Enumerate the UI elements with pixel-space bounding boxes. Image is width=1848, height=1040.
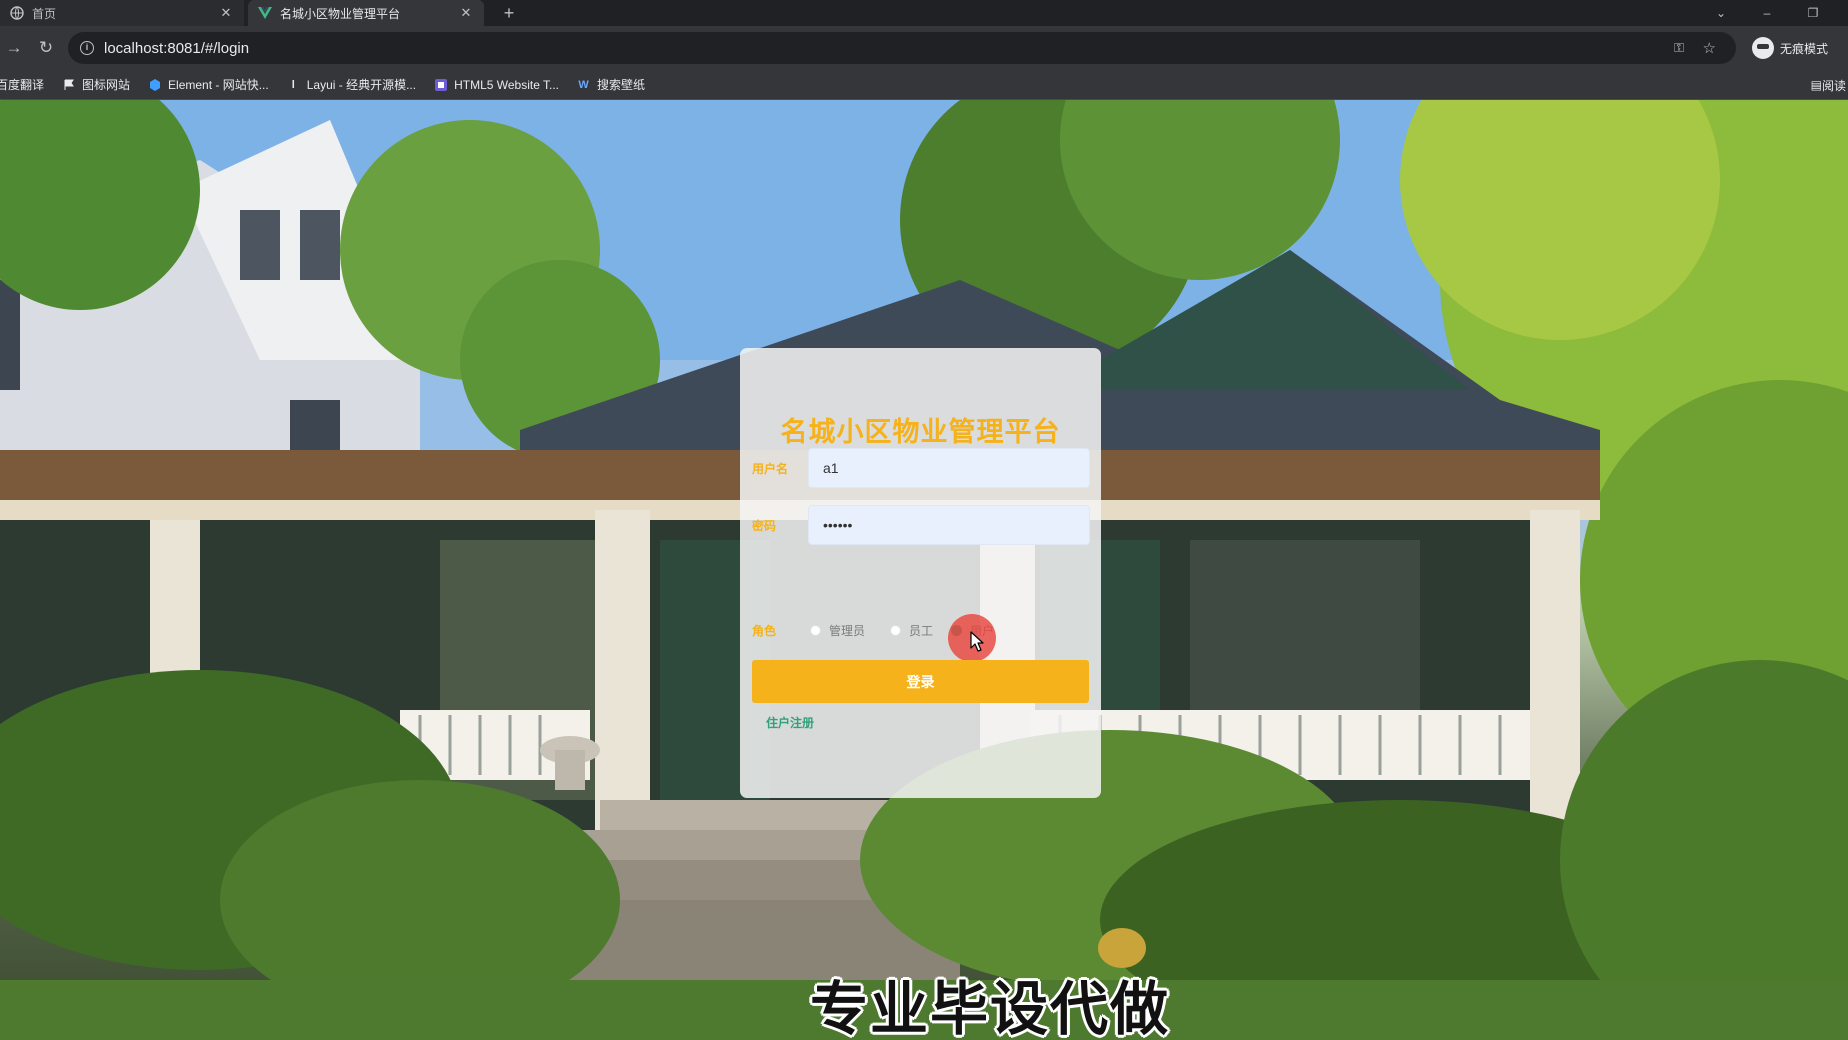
radio-label: 员工 bbox=[909, 624, 934, 638]
key-icon[interactable]: ⚿ bbox=[1674, 40, 1684, 56]
watermark-text: 专业毕设代做 bbox=[810, 975, 1171, 1040]
role-selector: 角色 管理员 员工 用户 bbox=[740, 620, 1101, 640]
tab-title: 首页 bbox=[32, 6, 57, 21]
bookmark-label: Element - 网站快... bbox=[168, 78, 269, 92]
mouse-pointer-icon bbox=[970, 631, 984, 652]
browser-tab-strip: 首页 ✕ 名城小区物业管理平台 ✕ + ⌄ – ❐ bbox=[0, 0, 1848, 26]
tab-home[interactable]: 首页 ✕ bbox=[0, 0, 244, 26]
bookmark-html5[interactable]: HTML5 Website T... bbox=[434, 78, 559, 92]
bookmark-icon-site[interactable]: 图标网站 bbox=[62, 76, 130, 93]
bookmark-label: HTML5 Website T... bbox=[454, 77, 560, 92]
role-label: 角色 bbox=[752, 624, 777, 638]
reload-icon[interactable]: ↻ bbox=[34, 36, 58, 60]
incognito-indicator[interactable]: 无痕模式 bbox=[1752, 34, 1828, 62]
bookmark-star-icon[interactable]: ☆ bbox=[1703, 39, 1716, 57]
username-label: 用户名 bbox=[752, 462, 789, 476]
register-link[interactable]: 住户注册 bbox=[766, 714, 814, 731]
html5-icon bbox=[434, 78, 447, 91]
vue-logo-icon bbox=[258, 6, 272, 20]
element-icon bbox=[148, 78, 161, 91]
password-label: 密码 bbox=[752, 519, 777, 533]
globe-icon bbox=[10, 6, 24, 20]
radio-circle-icon bbox=[890, 625, 901, 636]
tab-title: 名城小区物业管理平台 bbox=[280, 6, 401, 21]
close-tab-icon[interactable]: ✕ bbox=[458, 5, 474, 21]
address-bar[interactable]: i localhost:8081/#/login ⚿ ☆ bbox=[68, 32, 1736, 64]
radio-circle-icon bbox=[810, 625, 821, 636]
bookmark-label: Layui - 经典开源模... bbox=[306, 78, 417, 92]
wallpaper-icon: W bbox=[578, 78, 589, 91]
role-radio-staff[interactable]: 员工 bbox=[890, 622, 933, 639]
tab-login[interactable]: 名城小区物业管理平台 ✕ bbox=[248, 0, 484, 26]
bookmark-element[interactable]: Element - 网站快... bbox=[148, 76, 269, 93]
username-input[interactable] bbox=[808, 448, 1090, 488]
reading-list-icon: ▤ bbox=[1810, 78, 1822, 92]
role-radio-admin[interactable]: 管理员 bbox=[810, 622, 865, 639]
bookmark-baidu-translate[interactable]: 百度翻译 bbox=[0, 76, 44, 93]
bookmark-label: 百度翻译 bbox=[0, 78, 45, 92]
incognito-icon bbox=[1752, 37, 1774, 59]
browser-toolbar: → ↻ i localhost:8081/#/login ⚿ ☆ 无痕模式 bbox=[0, 26, 1848, 70]
login-card: 名城小区物业管理平台 用户名 密码 角色 管理员 员工 用户 登录 住户注册 bbox=[740, 348, 1101, 798]
site-info-icon[interactable]: i bbox=[80, 41, 94, 55]
restore-icon[interactable]: ❐ bbox=[1798, 2, 1828, 24]
bookmark-layui[interactable]: l Layui - 经典开源模... bbox=[287, 76, 416, 93]
login-title: 名城小区物业管理平台 bbox=[780, 417, 1061, 447]
reading-list[interactable]: ▤ 阅读 bbox=[1811, 70, 1848, 100]
bookmark-label: 搜索壁纸 bbox=[597, 78, 646, 92]
forward-icon[interactable]: → bbox=[2, 36, 26, 60]
incognito-label: 无痕模式 bbox=[1780, 41, 1829, 56]
reading-list-label: 阅读 bbox=[1821, 78, 1846, 93]
flag-icon bbox=[62, 78, 75, 91]
tab-search-icon[interactable]: ⌄ bbox=[1706, 2, 1736, 24]
layui-icon: l bbox=[291, 78, 295, 91]
url-text: localhost:8081/#/login bbox=[104, 39, 250, 57]
password-input[interactable] bbox=[808, 505, 1090, 545]
close-tab-icon[interactable]: ✕ bbox=[218, 5, 234, 21]
login-button[interactable]: 登录 bbox=[752, 660, 1089, 703]
minimize-icon[interactable]: – bbox=[1752, 2, 1782, 24]
bookmark-wallpaper[interactable]: W 搜索壁纸 bbox=[577, 76, 645, 93]
bookmark-label: 图标网站 bbox=[82, 78, 131, 92]
bookmarks-bar: 百度翻译 图标网站 Element - 网站快... l Layui - 经典开… bbox=[0, 70, 1848, 100]
new-tab-button[interactable]: + bbox=[498, 2, 520, 24]
login-page: 名城小区物业管理平台 用户名 密码 角色 管理员 员工 用户 登录 住户注册 bbox=[0, 100, 1848, 1040]
radio-label: 管理员 bbox=[829, 624, 866, 638]
